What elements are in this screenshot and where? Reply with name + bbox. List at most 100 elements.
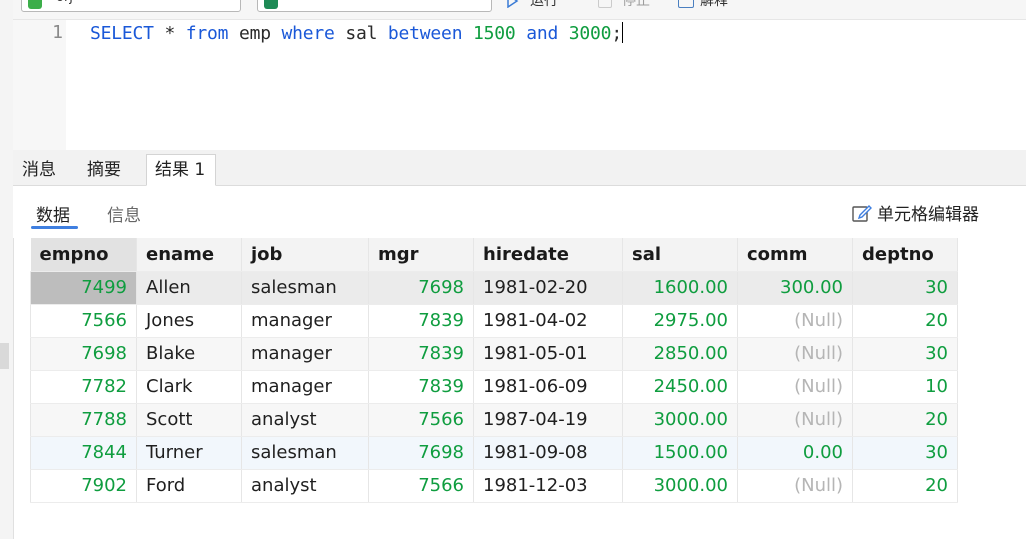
connection-icon	[28, 0, 42, 9]
cell-sal[interactable]: 2975.00	[622, 304, 738, 338]
cell-mgr[interactable]: 7566	[368, 469, 474, 503]
column-header-job[interactable]: job	[241, 238, 369, 272]
cell-empno[interactable]: 7782	[30, 370, 137, 404]
cell-deptno[interactable]: 20	[852, 304, 958, 338]
cell-job[interactable]: analyst	[241, 403, 369, 437]
cell-sal[interactable]: 2850.00	[622, 337, 738, 371]
tab-messages[interactable]: 消息	[14, 155, 64, 185]
sql-code-line[interactable]: SELECT * from emp where sal between 1500…	[90, 22, 623, 44]
database-select[interactable]: ...	[257, 0, 492, 12]
cell-sal[interactable]: 3000.00	[622, 403, 738, 437]
database-select-text: ...	[292, 0, 304, 3]
cell-deptno[interactable]: 10	[852, 370, 958, 404]
cell-editor-button[interactable]: 单元格编辑器	[851, 200, 979, 225]
cell-mgr[interactable]: 7698	[368, 436, 474, 470]
line-number-gutter: 1	[13, 20, 66, 150]
cell-sal[interactable]: 1600.00	[622, 271, 738, 305]
cell-empno[interactable]: 7902	[30, 469, 137, 503]
column-header-empno[interactable]: empno	[30, 238, 137, 272]
tab-summary[interactable]: 摘要	[79, 155, 129, 185]
cell-deptno[interactable]: 30	[852, 337, 958, 371]
cell-ename[interactable]: Jones	[136, 304, 242, 338]
cell-empno[interactable]: 7698	[30, 337, 137, 371]
sql-keyword: and	[526, 23, 559, 44]
table-row[interactable]: 7499 Allen salesman 7698 1981-02-20 1600…	[30, 271, 958, 305]
subtab-info[interactable]: 信息	[107, 201, 141, 226]
cell-hiredate[interactable]: 1981-05-01	[473, 337, 623, 371]
cell-comm-null[interactable]: (Null)	[737, 370, 853, 404]
cell-sal[interactable]: 2450.00	[622, 370, 738, 404]
cell-empno[interactable]: 7844	[30, 436, 137, 470]
sql-identifier: emp	[228, 23, 282, 44]
grid-header-row: empno ename job mgr hiredate sal comm de…	[30, 238, 958, 272]
stop-label: 停止	[622, 0, 650, 9]
cell-ename[interactable]: Turner	[136, 436, 242, 470]
cell-empno[interactable]: 7499	[30, 271, 137, 305]
run-label: 运行	[530, 0, 558, 9]
cell-ename[interactable]: Blake	[136, 337, 242, 371]
cell-ename[interactable]: Clark	[136, 370, 242, 404]
cell-deptno[interactable]: 20	[852, 469, 958, 503]
table-row[interactable]: 7902 Ford analyst 7566 1981-12-03 3000.0…	[30, 469, 958, 503]
cell-ename[interactable]: Allen	[136, 271, 242, 305]
sql-editor[interactable]: 1 SELECT * from emp where sal between 15…	[13, 20, 1026, 150]
cell-deptno[interactable]: 20	[852, 403, 958, 437]
connection-select-text: orj	[56, 0, 73, 5]
column-header-mgr[interactable]: mgr	[368, 238, 474, 272]
result-tab-bar: 消息 摘要 结果 1	[13, 150, 1026, 186]
cell-hiredate[interactable]: 1981-09-08	[473, 436, 623, 470]
sql-number: 1500	[472, 23, 516, 44]
cell-comm[interactable]: 0.00	[737, 436, 853, 470]
cell-comm-null[interactable]: (Null)	[737, 469, 853, 503]
cell-job[interactable]: manager	[241, 304, 369, 338]
cell-ename[interactable]: Scott	[136, 403, 242, 437]
column-header-hiredate[interactable]: hiredate	[473, 238, 623, 272]
cell-hiredate[interactable]: 1981-06-09	[473, 370, 623, 404]
tab-result-1[interactable]: 结果 1	[146, 154, 216, 186]
cell-comm-null[interactable]: (Null)	[737, 403, 853, 437]
cell-sal[interactable]: 3000.00	[622, 469, 738, 503]
panel-resize-handle[interactable]	[0, 343, 9, 369]
cell-hiredate[interactable]: 1981-04-02	[473, 304, 623, 338]
subtab-data[interactable]: 数据	[36, 201, 70, 226]
column-header-sal[interactable]: sal	[622, 238, 738, 272]
toolbar: orj ... 运行 停止 解释	[13, 0, 1026, 20]
table-row[interactable]: 7566 Jones manager 7839 1981-04-02 2975.…	[30, 304, 958, 338]
cell-empno[interactable]: 7788	[30, 403, 137, 437]
sql-keyword: from	[185, 23, 229, 44]
cell-comm-null[interactable]: (Null)	[737, 337, 853, 371]
cell-job[interactable]: manager	[241, 337, 369, 371]
cell-mgr[interactable]: 7839	[368, 304, 474, 338]
cell-job[interactable]: analyst	[241, 469, 369, 503]
cell-job[interactable]: salesman	[241, 436, 369, 470]
explain-button[interactable]: 解释	[678, 0, 758, 14]
cell-deptno[interactable]: 30	[852, 271, 958, 305]
column-header-ename[interactable]: ename	[136, 238, 242, 272]
table-row[interactable]: 7782 Clark manager 7839 1981-06-09 2450.…	[30, 370, 958, 404]
cell-mgr[interactable]: 7839	[368, 337, 474, 371]
table-row[interactable]: 7788 Scott analyst 7566 1987-04-19 3000.…	[30, 403, 958, 437]
cell-comm[interactable]: 300.00	[737, 271, 853, 305]
cell-mgr[interactable]: 7698	[368, 271, 474, 305]
stop-button[interactable]: 停止	[598, 0, 678, 14]
cell-job[interactable]: salesman	[241, 271, 369, 305]
table-row[interactable]: 7844 Turner salesman 7698 1981-09-08 150…	[30, 436, 958, 470]
cell-hiredate[interactable]: 1981-02-20	[473, 271, 623, 305]
connection-select[interactable]: orj	[21, 0, 241, 12]
table-row[interactable]: 7698 Blake manager 7839 1981-05-01 2850.…	[30, 337, 958, 371]
column-header-deptno[interactable]: deptno	[852, 238, 958, 272]
cell-sal[interactable]: 1500.00	[622, 436, 738, 470]
cell-ename[interactable]: Ford	[136, 469, 242, 503]
cell-deptno[interactable]: 30	[852, 436, 958, 470]
cell-empno[interactable]: 7566	[30, 304, 137, 338]
cell-mgr[interactable]: 7566	[368, 403, 474, 437]
explain-label: 解释	[700, 0, 728, 9]
cell-comm-null[interactable]: (Null)	[737, 304, 853, 338]
column-header-comm[interactable]: comm	[737, 238, 853, 272]
cell-hiredate[interactable]: 1981-12-03	[473, 469, 623, 503]
cell-hiredate[interactable]: 1987-04-19	[473, 403, 623, 437]
play-icon	[507, 0, 519, 8]
cell-mgr[interactable]: 7839	[368, 370, 474, 404]
cell-job[interactable]: manager	[241, 370, 369, 404]
